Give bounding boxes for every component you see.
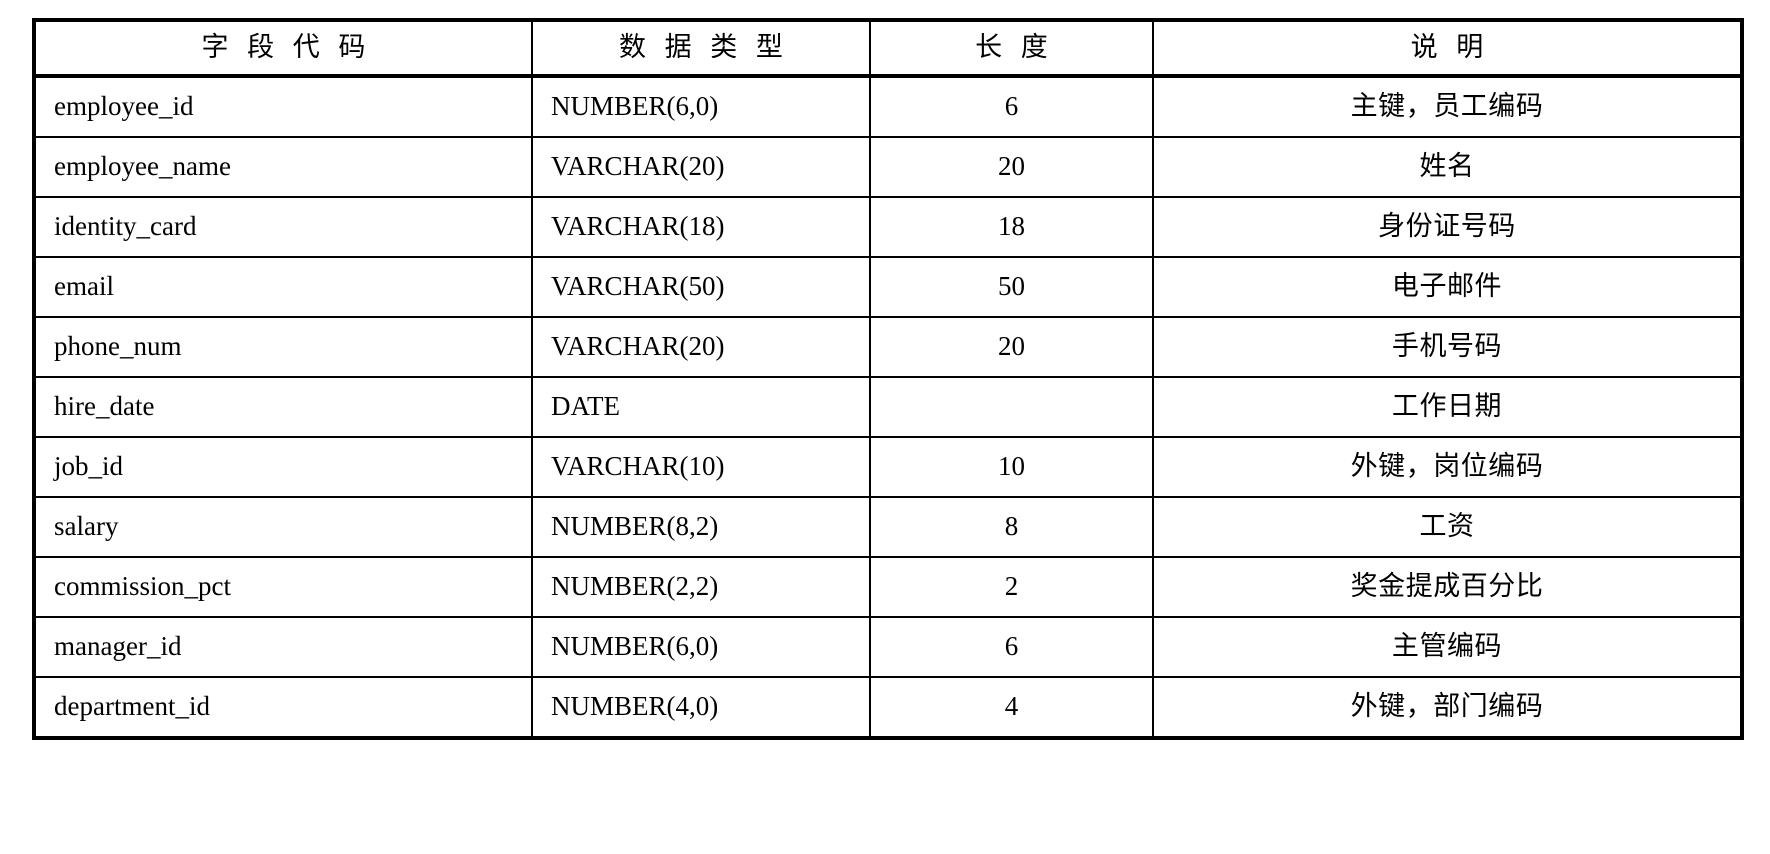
cell-field-code: employee_name [34, 136, 533, 198]
cell-field-code: employee_id [34, 76, 533, 138]
cell-description: 主管编码 [1152, 616, 1742, 678]
cell-length: 10 [869, 436, 1154, 498]
table-row: email VARCHAR(50) 50 电子邮件 [34, 256, 1742, 318]
cell-field-code: identity_card [34, 196, 533, 258]
cell-field-code: phone_num [34, 316, 533, 378]
cell-description: 工资 [1152, 496, 1742, 558]
cell-length: 6 [869, 616, 1154, 678]
table-row: commission_pct NUMBER(2,2) 2 奖金提成百分比 [34, 556, 1742, 618]
table-header-row: 字 段 代 码 数 据 类 型 长 度 说 明 [34, 20, 1742, 78]
cell-field-code: manager_id [34, 616, 533, 678]
cell-description: 工作日期 [1152, 376, 1742, 438]
cell-field-code: salary [34, 496, 533, 558]
cell-field-code: commission_pct [34, 556, 533, 618]
cell-length: 20 [869, 316, 1154, 378]
cell-field-code: email [34, 256, 533, 318]
schema-table-container: 字 段 代 码 数 据 类 型 长 度 说 明 employee_id NUMBE… [32, 18, 1744, 740]
cell-data-type: VARCHAR(18) [531, 196, 871, 258]
cell-data-type: VARCHAR(20) [531, 136, 871, 198]
cell-data-type: NUMBER(6,0) [531, 616, 871, 678]
page-canvas: 字 段 代 码 数 据 类 型 长 度 说 明 employee_id NUMBE… [0, 0, 1770, 854]
cell-description: 身份证号码 [1152, 196, 1742, 258]
cell-field-code: job_id [34, 436, 533, 498]
cell-description: 奖金提成百分比 [1152, 556, 1742, 618]
table-header: 字 段 代 码 数 据 类 型 长 度 说 明 [34, 20, 1742, 78]
cell-description: 电子邮件 [1152, 256, 1742, 318]
cell-length: 2 [869, 556, 1154, 618]
table-row: identity_card VARCHAR(18) 18 身份证号码 [34, 196, 1742, 258]
cell-description: 外键，岗位编码 [1152, 436, 1742, 498]
column-header-field-code: 字 段 代 码 [34, 20, 533, 78]
cell-data-type: DATE [531, 376, 871, 438]
column-header-data-type: 数 据 类 型 [531, 20, 871, 78]
cell-description: 手机号码 [1152, 316, 1742, 378]
cell-data-type: VARCHAR(50) [531, 256, 871, 318]
cell-data-type: NUMBER(6,0) [531, 76, 871, 138]
column-header-length: 长 度 [869, 20, 1154, 78]
cell-data-type: NUMBER(2,2) [531, 556, 871, 618]
field-schema-table: 字 段 代 码 数 据 类 型 长 度 说 明 employee_id NUMBE… [32, 18, 1744, 740]
cell-field-code: hire_date [34, 376, 533, 438]
table-row: department_id NUMBER(4,0) 4 外键，部门编码 [34, 676, 1742, 738]
column-header-description: 说 明 [1152, 20, 1742, 78]
cell-length: 8 [869, 496, 1154, 558]
cell-length: 6 [869, 76, 1154, 138]
cell-length: 4 [869, 676, 1154, 738]
cell-length: 18 [869, 196, 1154, 258]
table-row: hire_date DATE 工作日期 [34, 376, 1742, 438]
table-row: phone_num VARCHAR(20) 20 手机号码 [34, 316, 1742, 378]
table-row: employee_name VARCHAR(20) 20 姓名 [34, 136, 1742, 198]
cell-data-type: NUMBER(8,2) [531, 496, 871, 558]
table-row: employee_id NUMBER(6,0) 6 主键，员工编码 [34, 76, 1742, 138]
cell-data-type: VARCHAR(20) [531, 316, 871, 378]
table-row: job_id VARCHAR(10) 10 外键，岗位编码 [34, 436, 1742, 498]
cell-description: 主键，员工编码 [1152, 76, 1742, 138]
cell-description: 外键，部门编码 [1152, 676, 1742, 738]
cell-length [869, 376, 1154, 438]
cell-data-type: VARCHAR(10) [531, 436, 871, 498]
table-body: employee_id NUMBER(6,0) 6 主键，员工编码 employee_n… [34, 76, 1742, 738]
cell-data-type: NUMBER(4,0) [531, 676, 871, 738]
table-row: salary NUMBER(8,2) 8 工资 [34, 496, 1742, 558]
cell-description: 姓名 [1152, 136, 1742, 198]
cell-length: 50 [869, 256, 1154, 318]
cell-length: 20 [869, 136, 1154, 198]
table-row: manager_id NUMBER(6,0) 6 主管编码 [34, 616, 1742, 678]
cell-field-code: department_id [34, 676, 533, 738]
